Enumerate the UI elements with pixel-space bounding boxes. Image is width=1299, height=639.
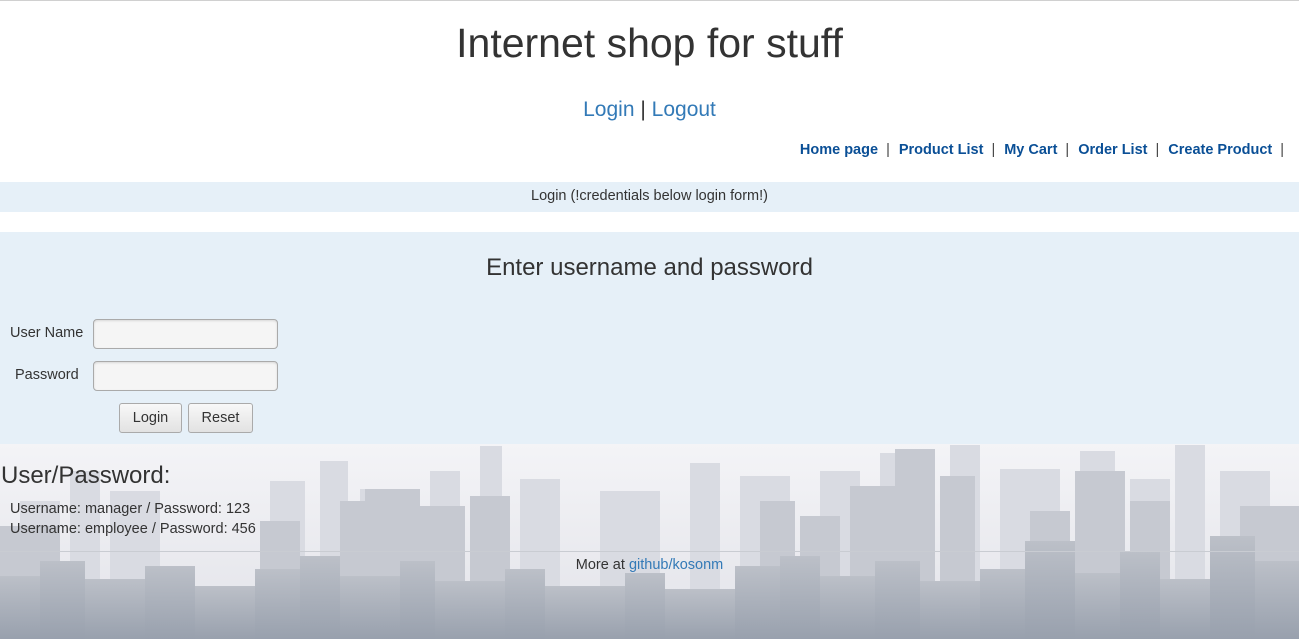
auth-divider: |	[640, 98, 646, 121]
footer-prefix: More at	[575, 557, 625, 573]
menu-item-order-list[interactable]: Order List	[1078, 142, 1147, 158]
credential-line: Username: manager / Password: 123	[10, 501, 251, 517]
footer: More at github/kosonm	[0, 557, 1299, 573]
page-root: Internet shop for stuff Login | Logout H…	[0, 0, 1299, 639]
menu-separator: |	[1065, 142, 1070, 158]
credentials-title: User/Password:	[1, 462, 171, 489]
menu-item-create-product[interactable]: Create Product	[1168, 142, 1272, 158]
menu-separator: |	[991, 142, 996, 158]
page-heading: Login (!credentials below login form!)	[0, 182, 1299, 212]
password-input[interactable]	[93, 361, 278, 391]
footer-divider	[0, 551, 1299, 552]
logout-link[interactable]: Logout	[652, 98, 716, 121]
credential-line: Username: employee / Password: 456	[10, 521, 256, 537]
menu-separator: |	[1155, 142, 1160, 158]
login-link[interactable]: Login	[583, 98, 634, 121]
username-input[interactable]	[93, 319, 278, 349]
login-button[interactable]: Login	[119, 403, 182, 433]
password-label: Password	[15, 367, 79, 383]
main-menu: Home page | Product List | My Cart | Order Lis…	[800, 142, 1293, 158]
menu-item-product-list[interactable]: Product List	[899, 142, 984, 158]
site-title: Internet shop for stuff	[456, 20, 843, 66]
menu-separator: |	[886, 142, 890, 158]
github-link[interactable]: github/kosonm	[629, 557, 723, 573]
username-label: User Name	[10, 325, 84, 341]
menu-item-home-page[interactable]: Home page	[800, 142, 878, 158]
auth-links: Login | Logout	[0, 98, 1299, 122]
reset-button[interactable]: Reset	[188, 403, 253, 433]
menu-separator: |	[1280, 142, 1284, 158]
menu-item-my-cart[interactable]: My Cart	[1004, 142, 1057, 158]
login-panel: Enter username and password User Name Pa…	[0, 232, 1299, 444]
login-form-heading: Enter username and password	[486, 254, 813, 281]
